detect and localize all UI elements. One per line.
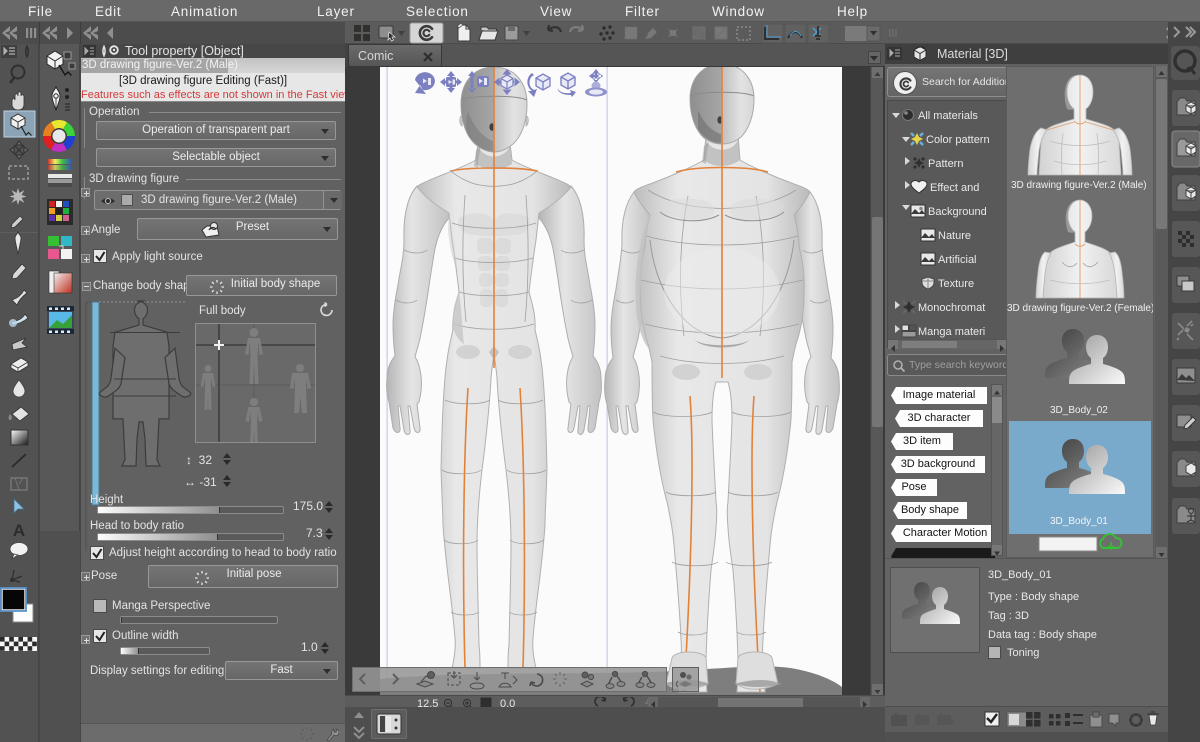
svg-text:3D drawing figure-Ver.2 (Male): 3D drawing figure-Ver.2 (Male) (1011, 180, 1147, 191)
svg-text:A: A (13, 521, 25, 540)
svg-text:Artificial: Artificial (938, 254, 977, 266)
svg-text:All materials: All materials (918, 110, 978, 122)
svg-text:3D drawing figure-Ver.2 (Femal: 3D drawing figure-Ver.2 (Female) (1007, 303, 1153, 314)
svg-text:3D_Body_01: 3D_Body_01 (1050, 516, 1108, 527)
svg-text:3D_Body_02: 3D_Body_02 (1050, 405, 1108, 416)
svg-text:Manga materi: Manga materi (918, 326, 985, 338)
svg-text:Nature: Nature (938, 230, 971, 242)
svg-text:Texture: Texture (938, 278, 974, 290)
svg-text:Color pattern: Color pattern (926, 134, 990, 146)
svg-text:Pattern: Pattern (928, 158, 963, 170)
svg-text:Background: Background (928, 206, 987, 218)
svg-text:Monochromat: Monochromat (918, 302, 985, 314)
svg-text:Effect and: Effect and (930, 182, 979, 194)
